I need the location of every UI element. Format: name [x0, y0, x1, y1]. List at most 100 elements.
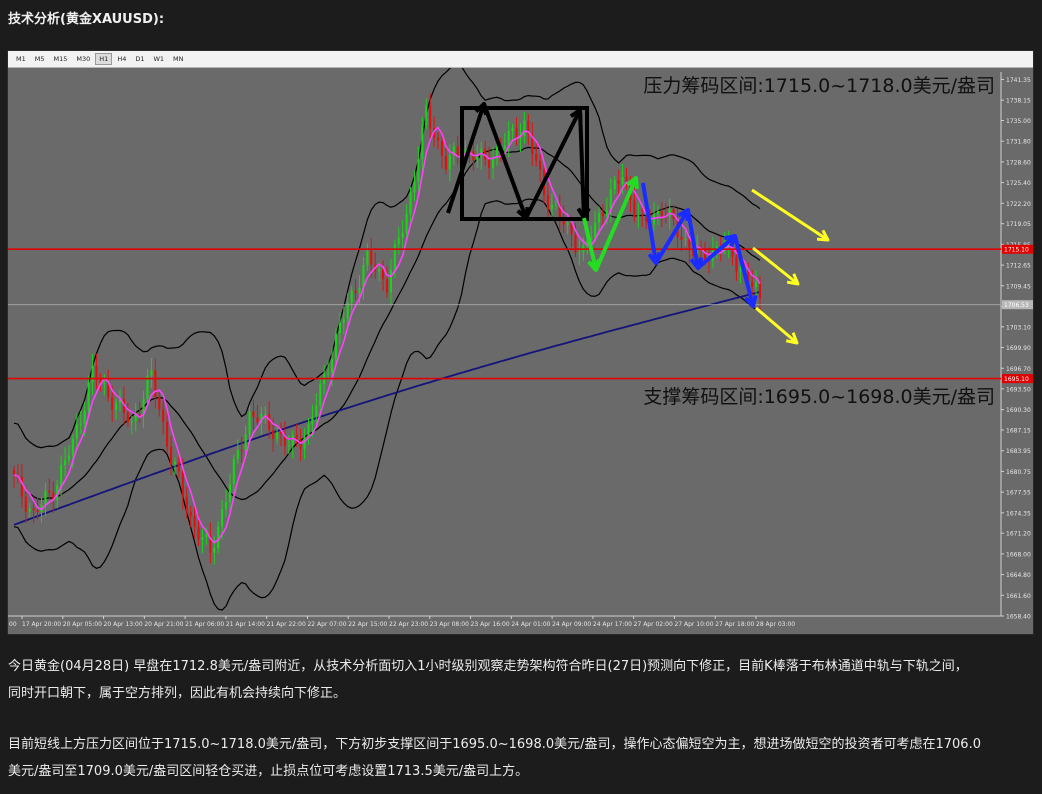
x-tick-label: 17 Apr 20:00: [22, 621, 61, 628]
timeframe-button-m1[interactable]: M1: [12, 53, 30, 65]
x-tick-label: 20 Apr 13:00: [104, 621, 143, 628]
candle-body: [448, 154, 451, 170]
candle-body: [287, 445, 290, 447]
plot-background: [8, 68, 1033, 634]
x-tick-label: 28 Apr 03:00: [756, 621, 795, 628]
timeframe-button-m30[interactable]: M30: [72, 53, 94, 65]
candle-body: [87, 382, 90, 411]
candle-body: [456, 146, 459, 157]
y-tick-label: 1687.15: [1006, 428, 1031, 435]
candle-body: [660, 211, 663, 217]
candle-body: [189, 511, 192, 517]
candle-body: [715, 246, 718, 249]
candle-body: [405, 213, 408, 233]
candle-body: [389, 269, 393, 293]
candle-body: [236, 449, 239, 459]
candle-body: [330, 358, 334, 374]
x-tick-label: 24 Apr 01:00: [511, 621, 550, 628]
candle-body: [350, 290, 353, 303]
candle-body: [546, 195, 550, 210]
candle-body: [181, 471, 184, 497]
candle-body: [201, 537, 204, 541]
candle-body: [63, 459, 67, 465]
analysis-paragraph-2: 目前短线上方压力区间位于1715.0~1718.0美元/盎司，下方初步支撑区间于…: [8, 731, 1034, 785]
candle-body: [32, 508, 35, 511]
y-tick-label: 1722.20: [1006, 201, 1031, 208]
timeframe-button-d1[interactable]: D1: [131, 53, 148, 65]
candle-body: [605, 210, 608, 216]
y-tick-label: 1725.40: [1006, 180, 1031, 187]
candle-body: [436, 137, 440, 141]
y-tick-label: 1741.35: [1006, 77, 1031, 84]
candle-body: [735, 256, 738, 272]
candle-body: [523, 120, 526, 137]
candle-body: [205, 535, 208, 538]
candle-body: [79, 423, 82, 425]
candle-body: [169, 446, 173, 464]
x-tick-label: 22 Apr 15:00: [348, 621, 387, 628]
candle-body: [758, 282, 762, 299]
x-tick-label: 20 Apr 21:00: [144, 621, 183, 628]
candle-body: [71, 438, 74, 456]
candle-body: [12, 469, 16, 475]
x-tick-label: 22 Apr 23:00: [389, 621, 428, 628]
candle-body: [173, 462, 177, 464]
x-tick-label: 21 Apr 14:00: [226, 621, 265, 628]
candle-body: [354, 290, 357, 293]
y-tick-label: 1674.35: [1006, 510, 1031, 517]
candle-body: [440, 140, 444, 156]
candle-body: [272, 429, 275, 439]
candle-body: [397, 237, 400, 245]
candle-body: [535, 154, 538, 161]
candle-body: [393, 244, 396, 270]
paragraph-1-line-2: 同时开口朝下，属于空方排列，因此有机会持续向下修正。: [8, 686, 347, 701]
candle-body: [342, 319, 345, 323]
candle-body: [613, 180, 616, 190]
candle-body: [115, 403, 118, 410]
candle-body: [511, 128, 514, 132]
candle-body: [138, 414, 141, 416]
candle-body: [291, 434, 294, 446]
candle-body: [507, 131, 510, 146]
candle-body: [754, 282, 758, 287]
timeframe-button-m15[interactable]: M15: [50, 53, 72, 65]
candle-body: [36, 510, 39, 513]
candle-body: [67, 455, 71, 460]
candle-body: [641, 215, 644, 217]
candle-body: [578, 252, 581, 254]
x-tick-label: 27 Apr 18:00: [715, 621, 754, 628]
candle-body: [594, 222, 597, 238]
candle-body: [177, 462, 180, 472]
candle-body: [130, 421, 133, 423]
candle-body: [617, 180, 620, 184]
timeframe-button-m5[interactable]: M5: [31, 53, 49, 65]
candle-body: [75, 424, 78, 439]
candle-body: [193, 516, 196, 527]
candle-body: [503, 145, 506, 149]
timeframe-button-mn[interactable]: MN: [169, 53, 187, 65]
candle-body: [601, 212, 605, 216]
y-tick-label: 1664.80: [1006, 572, 1031, 579]
paragraph-2-line-1: 目前短线上方压力区间位于1715.0~1718.0美元/盎司，下方初步支撑区间于…: [8, 737, 981, 752]
timeframe-button-w1[interactable]: W1: [149, 53, 168, 65]
candle-body: [213, 547, 216, 553]
y-tick-label: 1699.90: [1006, 345, 1031, 352]
candle-body: [158, 396, 161, 410]
candle-body: [633, 199, 636, 217]
candle-body: [597, 212, 601, 223]
candle-body: [539, 160, 542, 170]
candle-body: [315, 405, 318, 417]
candle-body: [166, 421, 169, 447]
x-tick-label: 27 Apr 10:00: [674, 621, 713, 628]
candle-body: [91, 366, 94, 383]
candle-body: [425, 105, 428, 126]
timeframe-button-h1[interactable]: H1: [95, 53, 113, 65]
y-tick-label: 1683.95: [1006, 448, 1031, 455]
candle-body: [252, 411, 255, 418]
x-tick-label: 24 Apr 09:00: [552, 621, 591, 628]
candle-body: [307, 424, 310, 437]
timeframe-button-h4[interactable]: H4: [113, 53, 130, 65]
x-tick-label: 23 Apr 08:00: [430, 621, 469, 628]
candle-body: [366, 250, 369, 266]
candle-body: [370, 250, 373, 265]
